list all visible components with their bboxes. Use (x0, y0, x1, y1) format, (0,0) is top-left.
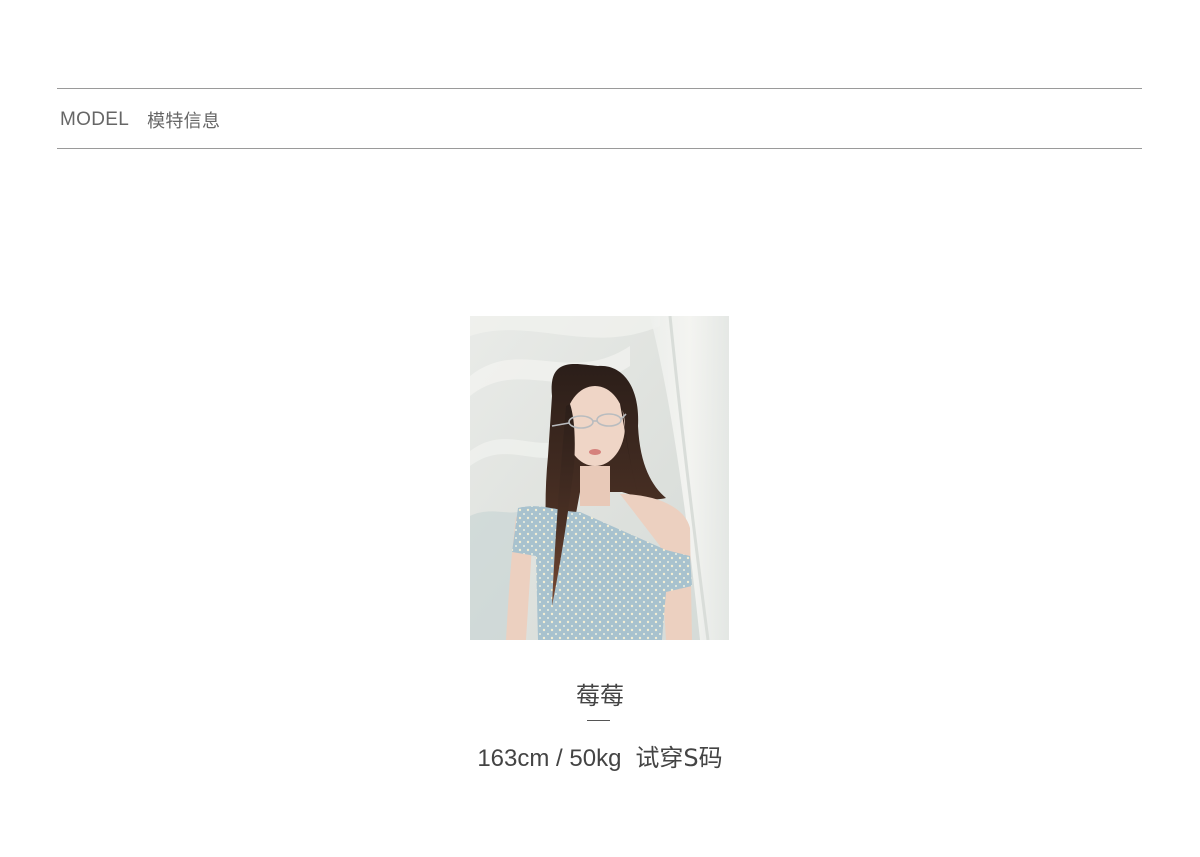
model-photo (470, 316, 729, 640)
name-separator (587, 720, 610, 721)
section-header: MODEL 模特信息 (60, 108, 220, 132)
model-measurements: 163cm / 50kg (477, 745, 622, 772)
section-title-zh: 模特信息 (147, 111, 221, 132)
model-size-tried: 试穿S码 (635, 744, 723, 772)
header-top-divider (57, 88, 1142, 89)
model-photo-illustration (470, 316, 729, 640)
model-name: 莓莓 (576, 682, 624, 710)
model-stats: 163cm / 50kg 试穿S码 (0, 738, 1200, 773)
section-title-en: MODEL (60, 109, 130, 130)
header-bottom-divider (57, 148, 1142, 149)
